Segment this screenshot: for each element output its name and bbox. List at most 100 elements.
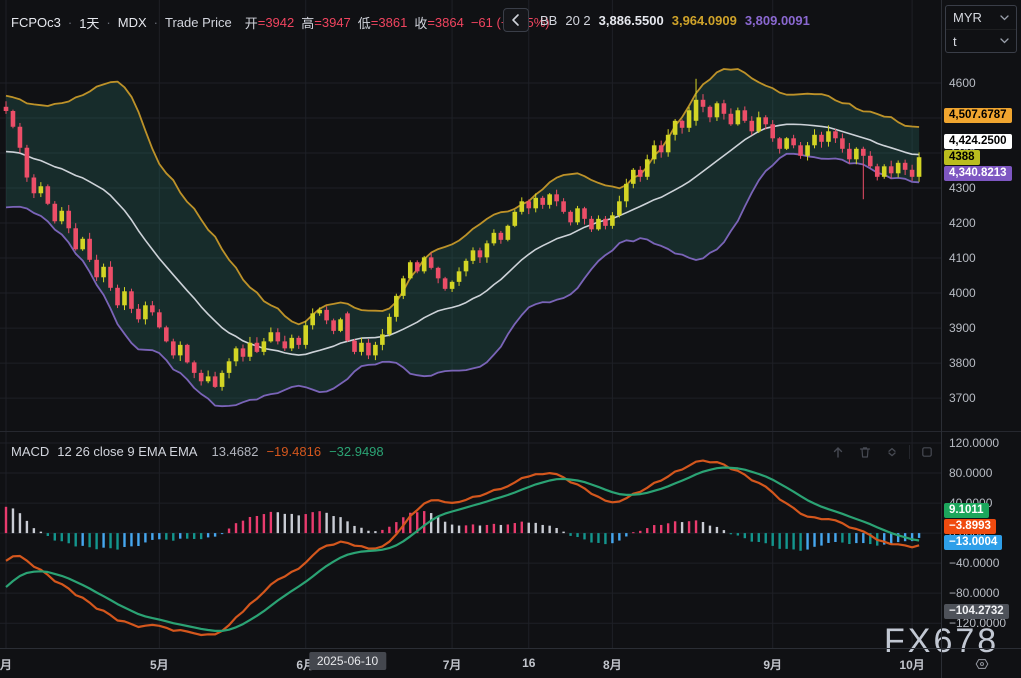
hist-bar bbox=[548, 526, 550, 533]
candle bbox=[812, 135, 817, 146]
candle bbox=[11, 111, 16, 127]
trash-icon bbox=[858, 445, 872, 459]
macd-pane[interactable] bbox=[0, 431, 941, 648]
candle bbox=[359, 343, 364, 352]
hist-bar bbox=[632, 532, 634, 533]
hist-bar bbox=[583, 533, 585, 539]
hist-bar bbox=[165, 533, 167, 540]
candle bbox=[506, 226, 511, 240]
candle bbox=[46, 186, 51, 204]
hist-bar bbox=[270, 512, 272, 533]
candle bbox=[603, 219, 608, 226]
candle bbox=[25, 148, 30, 178]
price-tick: 3900 bbox=[949, 321, 976, 335]
pane-separator[interactable] bbox=[0, 431, 1021, 432]
time-label: 9月 bbox=[763, 656, 782, 673]
hist-bar bbox=[562, 532, 564, 534]
hist-bar bbox=[325, 513, 327, 533]
hist-bar bbox=[918, 533, 920, 538]
move-pane-up-button[interactable] bbox=[828, 443, 848, 461]
time-label: 5月 bbox=[150, 656, 169, 673]
last-price-badge: 4388 bbox=[944, 150, 980, 165]
interval-label: 1天 bbox=[79, 13, 99, 32]
hist-bar bbox=[193, 533, 195, 539]
hist-bar bbox=[681, 522, 683, 533]
candle bbox=[708, 107, 713, 118]
bb-title: BB bbox=[540, 13, 557, 28]
bb-legend: BB 20 2 3,886.5500 3,964.0909 3,809.0091 bbox=[540, 13, 810, 28]
macd-pane-toolbar bbox=[828, 443, 937, 461]
crosshair-date-badge: 2025-06-10 bbox=[309, 652, 386, 670]
time-label: 16 bbox=[522, 656, 535, 670]
macd-signal-badge: −13.0004 bbox=[944, 535, 1002, 550]
open-label: 开 bbox=[245, 13, 258, 32]
hist-bar bbox=[667, 523, 669, 533]
time-scale-axis[interactable]: 月5月6月7月168月9月10月2025-06-10 bbox=[0, 648, 1021, 678]
timezone-settings-button[interactable] bbox=[968, 652, 996, 676]
hist-bar bbox=[535, 523, 537, 533]
candle bbox=[513, 212, 518, 226]
candle bbox=[638, 170, 643, 177]
candle bbox=[457, 271, 462, 282]
back-button[interactable] bbox=[503, 8, 529, 32]
hist-bar bbox=[660, 525, 662, 533]
hexagon-settings-icon bbox=[974, 654, 990, 674]
hist-bar bbox=[40, 532, 42, 533]
candle bbox=[519, 201, 524, 212]
bb-lower-value: 3,809.0091 bbox=[745, 13, 810, 28]
hist-bar bbox=[486, 525, 488, 533]
candle bbox=[192, 362, 197, 373]
price-pane[interactable] bbox=[0, 0, 941, 431]
hist-bar bbox=[604, 533, 606, 544]
collapse-pane-button[interactable] bbox=[882, 443, 902, 461]
double-chevron-icon bbox=[885, 445, 899, 459]
price-scale-axis[interactable]: 4600450044004300420041004000390038003700… bbox=[941, 0, 1021, 678]
hist-bar bbox=[785, 533, 787, 549]
candle bbox=[164, 327, 169, 341]
high-label: 高 bbox=[301, 13, 314, 32]
low-label: 低 bbox=[358, 13, 371, 32]
macd-tick: 80.0000 bbox=[949, 466, 992, 480]
candle bbox=[729, 114, 734, 125]
hist-bar bbox=[820, 533, 822, 545]
candle bbox=[861, 149, 866, 156]
hist-bar bbox=[799, 533, 801, 551]
candle bbox=[722, 103, 727, 114]
hist-bar bbox=[263, 514, 265, 533]
maximize-pane-button[interactable] bbox=[917, 443, 937, 461]
candle bbox=[826, 131, 831, 142]
hist-bar bbox=[5, 507, 7, 533]
close-label: 收 bbox=[414, 13, 427, 32]
currency-selector[interactable]: MYR bbox=[946, 6, 1016, 29]
hist-bar bbox=[144, 533, 146, 542]
unit-selector[interactable]: t bbox=[946, 29, 1016, 52]
candle bbox=[269, 332, 274, 341]
hist-bar bbox=[423, 511, 425, 533]
candle bbox=[59, 211, 64, 222]
hist-bar bbox=[514, 523, 516, 533]
candle bbox=[833, 131, 838, 138]
macd-hist-value: 13.4682 bbox=[211, 444, 258, 459]
series-label: Trade Price bbox=[165, 15, 232, 30]
macd-signal-value: −32.9498 bbox=[329, 444, 384, 459]
time-label: 8月 bbox=[603, 656, 622, 673]
hist-bar bbox=[318, 511, 320, 533]
legend-separator: · bbox=[154, 15, 158, 30]
hist-bar bbox=[68, 533, 70, 543]
candle bbox=[777, 138, 782, 149]
ohlc-high: 高=3947 bbox=[301, 13, 351, 32]
candle bbox=[296, 338, 301, 345]
high-value: 3947 bbox=[322, 15, 351, 30]
candle bbox=[624, 184, 629, 202]
price-tick: 3800 bbox=[949, 356, 976, 370]
candle bbox=[540, 198, 545, 205]
candle bbox=[73, 228, 78, 249]
hist-bar bbox=[827, 533, 829, 543]
delete-pane-button[interactable] bbox=[855, 443, 875, 461]
candle bbox=[387, 317, 392, 335]
hist-bar bbox=[744, 533, 746, 538]
candle bbox=[471, 250, 476, 261]
hist-bar bbox=[109, 533, 111, 548]
candle bbox=[310, 313, 315, 325]
macd-hist-badge: 9.1011 bbox=[944, 503, 989, 518]
